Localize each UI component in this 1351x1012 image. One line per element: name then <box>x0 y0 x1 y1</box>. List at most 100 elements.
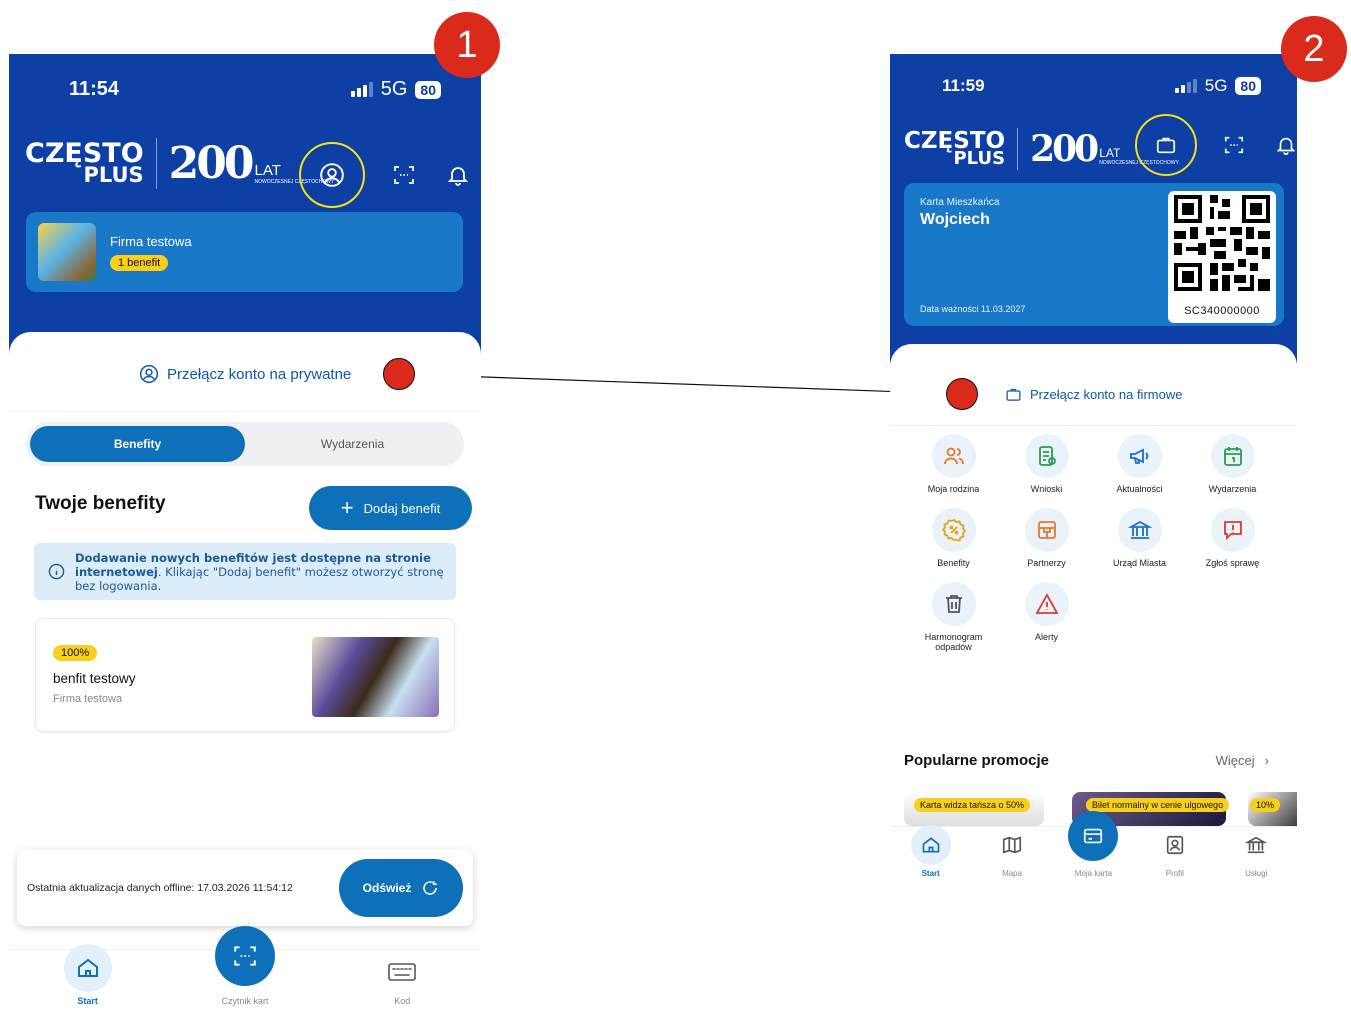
notifications-button[interactable] <box>443 160 473 190</box>
header-actions <box>299 142 473 208</box>
calendar-icon <box>1223 447 1242 466</box>
promos-more-link[interactable]: Więcej › <box>1216 753 1269 768</box>
plus-icon: + <box>340 495 354 520</box>
tab-wydarzenia[interactable]: Wydarzenia <box>245 426 460 462</box>
tile-harmonogram-odpadow[interactable]: Harmonogram odpadów <box>907 582 1000 652</box>
briefcase-icon <box>1156 137 1176 154</box>
nav-start[interactable]: Start <box>28 944 148 1012</box>
content-sheet: Przełącz konto na prywatne Benefity Wyda… <box>9 332 481 1012</box>
family-icon <box>943 447 964 465</box>
tile-alerty[interactable]: Alerty <box>1000 582 1093 652</box>
signal-icon <box>1174 79 1197 93</box>
switch-to-business-link[interactable]: Przełącz konto na firmowe <box>1005 386 1182 403</box>
services-icon <box>1245 836 1268 854</box>
discount-icon <box>941 518 966 542</box>
tile-label: Wnioski <box>1030 484 1063 494</box>
refresh-button[interactable]: Odśwież <box>339 859 463 917</box>
trash-icon <box>945 595 962 613</box>
nav-services[interactable]: Usługi <box>1221 825 1291 884</box>
battery-indicator: 80 <box>415 80 441 99</box>
benefit-card[interactable]: 100% benfit testowy Firma testowa <box>35 618 455 732</box>
tile-aktualnosci[interactable]: Aktualności <box>1093 434 1186 494</box>
tile-label: Zgłoś sprawę <box>1205 558 1260 568</box>
report-icon <box>1223 521 1242 541</box>
tab-benefity[interactable]: Benefity <box>30 426 245 462</box>
nav-my-card-label: Moja karta <box>1074 869 1113 878</box>
profile-icon <box>1166 835 1184 855</box>
tab-switcher: Benefity Wydarzenia <box>26 422 464 466</box>
info-bold-text: Dodawanie nowych benefitów jest dostępne… <box>75 551 431 565</box>
store-icon <box>1037 521 1056 539</box>
divider <box>9 411 481 412</box>
promo-card[interactable]: 10% <box>1248 792 1297 826</box>
battery-indicator: 80 <box>1235 77 1261 95</box>
tile-label: Alerty <box>1034 632 1058 642</box>
firm-card[interactable]: Firma testowa 1 benefit <box>26 212 463 292</box>
tile-label: Harmonogram odpadów <box>924 632 983 652</box>
notifications-button[interactable] <box>1271 130 1297 160</box>
benefit-count-badge: 1 benefit <box>110 254 169 271</box>
status-time: 11:54 <box>69 78 120 100</box>
alert-icon <box>1034 593 1059 614</box>
qr-code[interactable]: SC340000000 <box>1168 191 1276 323</box>
document-icon <box>1038 446 1056 466</box>
tile-wydarzenia[interactable]: Wydarzenia <box>1186 434 1279 494</box>
promos-more-label: Więcej <box>1215 753 1255 768</box>
tile-partnerzy[interactable]: Partnerzy <box>1000 508 1093 568</box>
nav-code-label: Kod <box>394 996 411 1006</box>
tile-benefity[interactable]: Benefity <box>907 508 1000 568</box>
nav-my-card[interactable]: Moja karta <box>1058 811 1128 884</box>
tile-zglos-sprawe[interactable]: Zgłoś sprawę <box>1186 508 1279 568</box>
nav-profile[interactable]: Profil <box>1140 825 1210 884</box>
bell-icon <box>447 167 469 186</box>
bottom-navigation: Start Mapa Moja karta Profil Usługi <box>890 811 1297 884</box>
switch-label: Przełącz konto na prywatne <box>167 365 352 383</box>
tile-wnioski[interactable]: Wnioski <box>1000 434 1093 494</box>
firm-thumbnail <box>38 223 96 281</box>
switch-to-private-link[interactable]: Przełącz konto na prywatne <box>139 364 351 384</box>
logo-divider <box>155 138 157 189</box>
promo-card[interactable]: Karta widza tańsza o 50% <box>904 792 1044 826</box>
benefit-name: benfit testowy <box>53 671 136 686</box>
scan-button[interactable] <box>1219 130 1249 160</box>
user-circle-icon <box>139 364 159 384</box>
network-type: 5G <box>1204 76 1228 95</box>
resident-card[interactable]: Karta Mieszkańca Wojciech Data ważności … <box>904 183 1284 326</box>
nav-card-reader-label: Czytnik kart <box>221 996 269 1006</box>
nav-card-reader[interactable]: Czytnik kart <box>185 926 305 1012</box>
nav-map[interactable]: Mapa <box>977 825 1047 884</box>
account-switch-button[interactable] <box>299 142 365 208</box>
nav-code[interactable]: Kod <box>342 952 462 1012</box>
scan-button[interactable] <box>389 160 419 190</box>
tile-label: Urząd Miasta <box>1112 558 1166 568</box>
briefcase-icon <box>1006 388 1021 401</box>
status-bar: 11:54 5G 80 <box>9 78 481 101</box>
switch-label: Przełącz konto na firmowe <box>1030 387 1183 402</box>
promo-tag: Karta widza tańsza o 50% <box>914 798 1031 812</box>
tile-urzad-miasta[interactable]: Urząd Miasta <box>1093 508 1186 568</box>
card-expiry: Data ważności 11.03.2027 <box>920 304 1026 314</box>
map-icon <box>1003 836 1022 854</box>
czesto-plus-logo: CZĘSTO PLUS <box>25 137 144 188</box>
tile-label: Partnerzy <box>1027 558 1066 568</box>
nav-profile-label: Profil <box>1165 869 1184 878</box>
services-grid: Moja rodzina Wnioski Aktualności Wydarze… <box>907 434 1279 652</box>
nav-start[interactable]: Start <box>896 825 966 884</box>
signal-icon <box>350 82 373 97</box>
tile-label: Wydarzenia <box>1208 484 1257 494</box>
account-switch-button[interactable] <box>1135 114 1197 176</box>
firm-name: Firma testowa <box>110 233 192 249</box>
step-badge-1: 1 <box>434 12 500 78</box>
add-benefit-button[interactable]: + Dodaj benefit <box>309 486 472 530</box>
screen-private-account: 11:59 5G 80 CZĘSTO PLUS 200 LAT NOWOCZESN… <box>890 54 1297 884</box>
bell-icon <box>1276 137 1296 155</box>
tile-moja-rodzina[interactable]: Moja rodzina <box>907 434 1000 494</box>
section-title: Twoje benefity <box>35 493 166 514</box>
tile-label: Benefity <box>937 558 970 568</box>
info-link-text[interactable]: internetowej <box>75 565 158 579</box>
refresh-label: Odśwież <box>362 881 412 895</box>
tile-label: Aktualności <box>1116 484 1163 494</box>
home-icon <box>922 837 940 853</box>
promo-tag: 10% <box>1250 798 1281 812</box>
nav-services-label: Usługi <box>1245 869 1268 878</box>
